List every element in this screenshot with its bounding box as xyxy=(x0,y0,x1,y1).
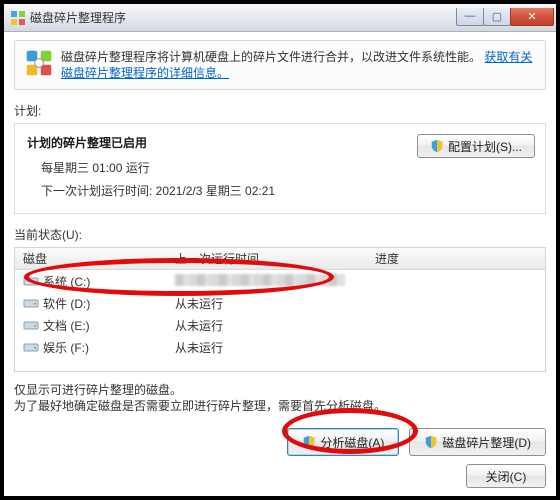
drive-list-body: 系统 (C:)软件 (D:)从未运行文档 (E:)从未运行娱乐 (F:)从未运行 xyxy=(15,270,545,371)
drive-name-label: 系统 (C:) xyxy=(43,273,90,290)
schedule-next-run: 下一次计划运行时间: 2021/2/3 星期三 02:21 xyxy=(41,182,533,199)
drive-last-run-cell xyxy=(175,274,375,289)
drive-icon xyxy=(23,340,39,354)
defrag-app-icon xyxy=(10,10,26,26)
drive-last-run-cell: 从未运行 xyxy=(175,339,375,356)
schedule-frequency: 每星期三 01:00 运行 xyxy=(41,159,533,176)
col-header-disk[interactable]: 磁盘 xyxy=(15,250,175,267)
drive-name-label: 娱乐 (F:) xyxy=(43,339,89,356)
configure-schedule-button[interactable]: 配置计划(S)... xyxy=(417,134,535,158)
drive-last-run-cell: 从未运行 xyxy=(175,317,375,334)
close-window-button[interactable]: ✕ xyxy=(510,8,554,26)
client-area: 磁盘碎片整理程序将计算机硬盘上的碎片文件进行合并，以改进文件系统性能。 获取有关… xyxy=(4,32,556,496)
titlebar: 磁盘碎片整理程序 — ▢ ✕ xyxy=(4,4,556,32)
status-section-label: 当前状态(U): xyxy=(14,226,546,243)
shield-icon xyxy=(424,435,438,449)
drive-icon xyxy=(23,318,39,332)
redacted-value xyxy=(175,274,345,286)
defragment-disk-button[interactable]: 磁盘碎片整理(D) xyxy=(409,428,546,456)
drive-name-cell: 软件 (D:) xyxy=(15,295,175,312)
info-description: 磁盘碎片整理程序将计算机硬盘上的碎片文件进行合并，以改进文件系统性能。 xyxy=(61,50,481,64)
shield-icon xyxy=(430,139,444,153)
drive-name-cell: 系统 (C:) xyxy=(15,273,175,290)
window-controls: — ▢ ✕ xyxy=(457,8,554,28)
maximize-button[interactable]: ▢ xyxy=(483,8,511,26)
close-dialog-button[interactable]: 关闭(C) xyxy=(466,464,546,488)
drive-name-label: 文档 (E:) xyxy=(43,317,90,334)
schedule-section-label: 计划: xyxy=(14,102,546,119)
info-panel: 磁盘碎片整理程序将计算机硬盘上的碎片文件进行合并，以改进文件系统性能。 获取有关… xyxy=(14,40,546,90)
close-button-row: 关闭(C) xyxy=(14,464,546,488)
window-title: 磁盘碎片整理程序 xyxy=(30,9,457,26)
drive-row[interactable]: 娱乐 (F:) 从未运行 xyxy=(15,336,545,358)
minimize-button[interactable]: — xyxy=(456,8,484,26)
footer-line1: 仅显示可进行碎片整理的磁盘。 xyxy=(14,382,546,398)
drive-row[interactable]: 文档 (E:) 从未运行 xyxy=(15,314,545,336)
drive-icon xyxy=(23,296,39,310)
drive-name-cell: 文档 (E:) xyxy=(15,317,175,334)
action-button-row: 分析磁盘(A) 磁盘碎片整理(D) xyxy=(14,428,546,456)
info-text: 磁盘碎片整理程序将计算机硬盘上的碎片文件进行合并，以改进文件系统性能。 获取有关… xyxy=(61,49,535,81)
schedule-box: 计划的碎片整理已启用 每星期三 01:00 运行 下一次计划运行时间: 2021… xyxy=(14,123,546,214)
drive-row[interactable]: 软件 (D:) 从未运行 xyxy=(15,292,545,314)
drive-name-cell: 娱乐 (F:) xyxy=(15,339,175,356)
shield-icon xyxy=(302,435,316,449)
drive-icon xyxy=(23,274,39,288)
drive-list-header: 磁盘 上一次运行时间 进度 xyxy=(15,248,545,270)
defrag-large-icon xyxy=(25,49,53,77)
footer-line2: 为了最好地确定磁盘是否需要立即进行碎片整理，需要首先分析磁盘。 xyxy=(14,398,546,414)
drive-list: 磁盘 上一次运行时间 进度 系统 (C:)软件 (D:)从未运行文档 (E:)从… xyxy=(14,247,546,372)
drive-name-label: 软件 (D:) xyxy=(43,295,90,312)
footer-note: 仅显示可进行碎片整理的磁盘。 为了最好地确定磁盘是否需要立即进行碎片整理，需要首… xyxy=(14,382,546,414)
col-header-last[interactable]: 上一次运行时间 xyxy=(175,250,375,267)
drive-last-run-cell: 从未运行 xyxy=(175,295,375,312)
drive-row[interactable]: 系统 (C:) xyxy=(15,270,545,292)
col-header-progress[interactable]: 进度 xyxy=(375,250,545,267)
analyze-disk-button[interactable]: 分析磁盘(A) xyxy=(287,428,399,456)
